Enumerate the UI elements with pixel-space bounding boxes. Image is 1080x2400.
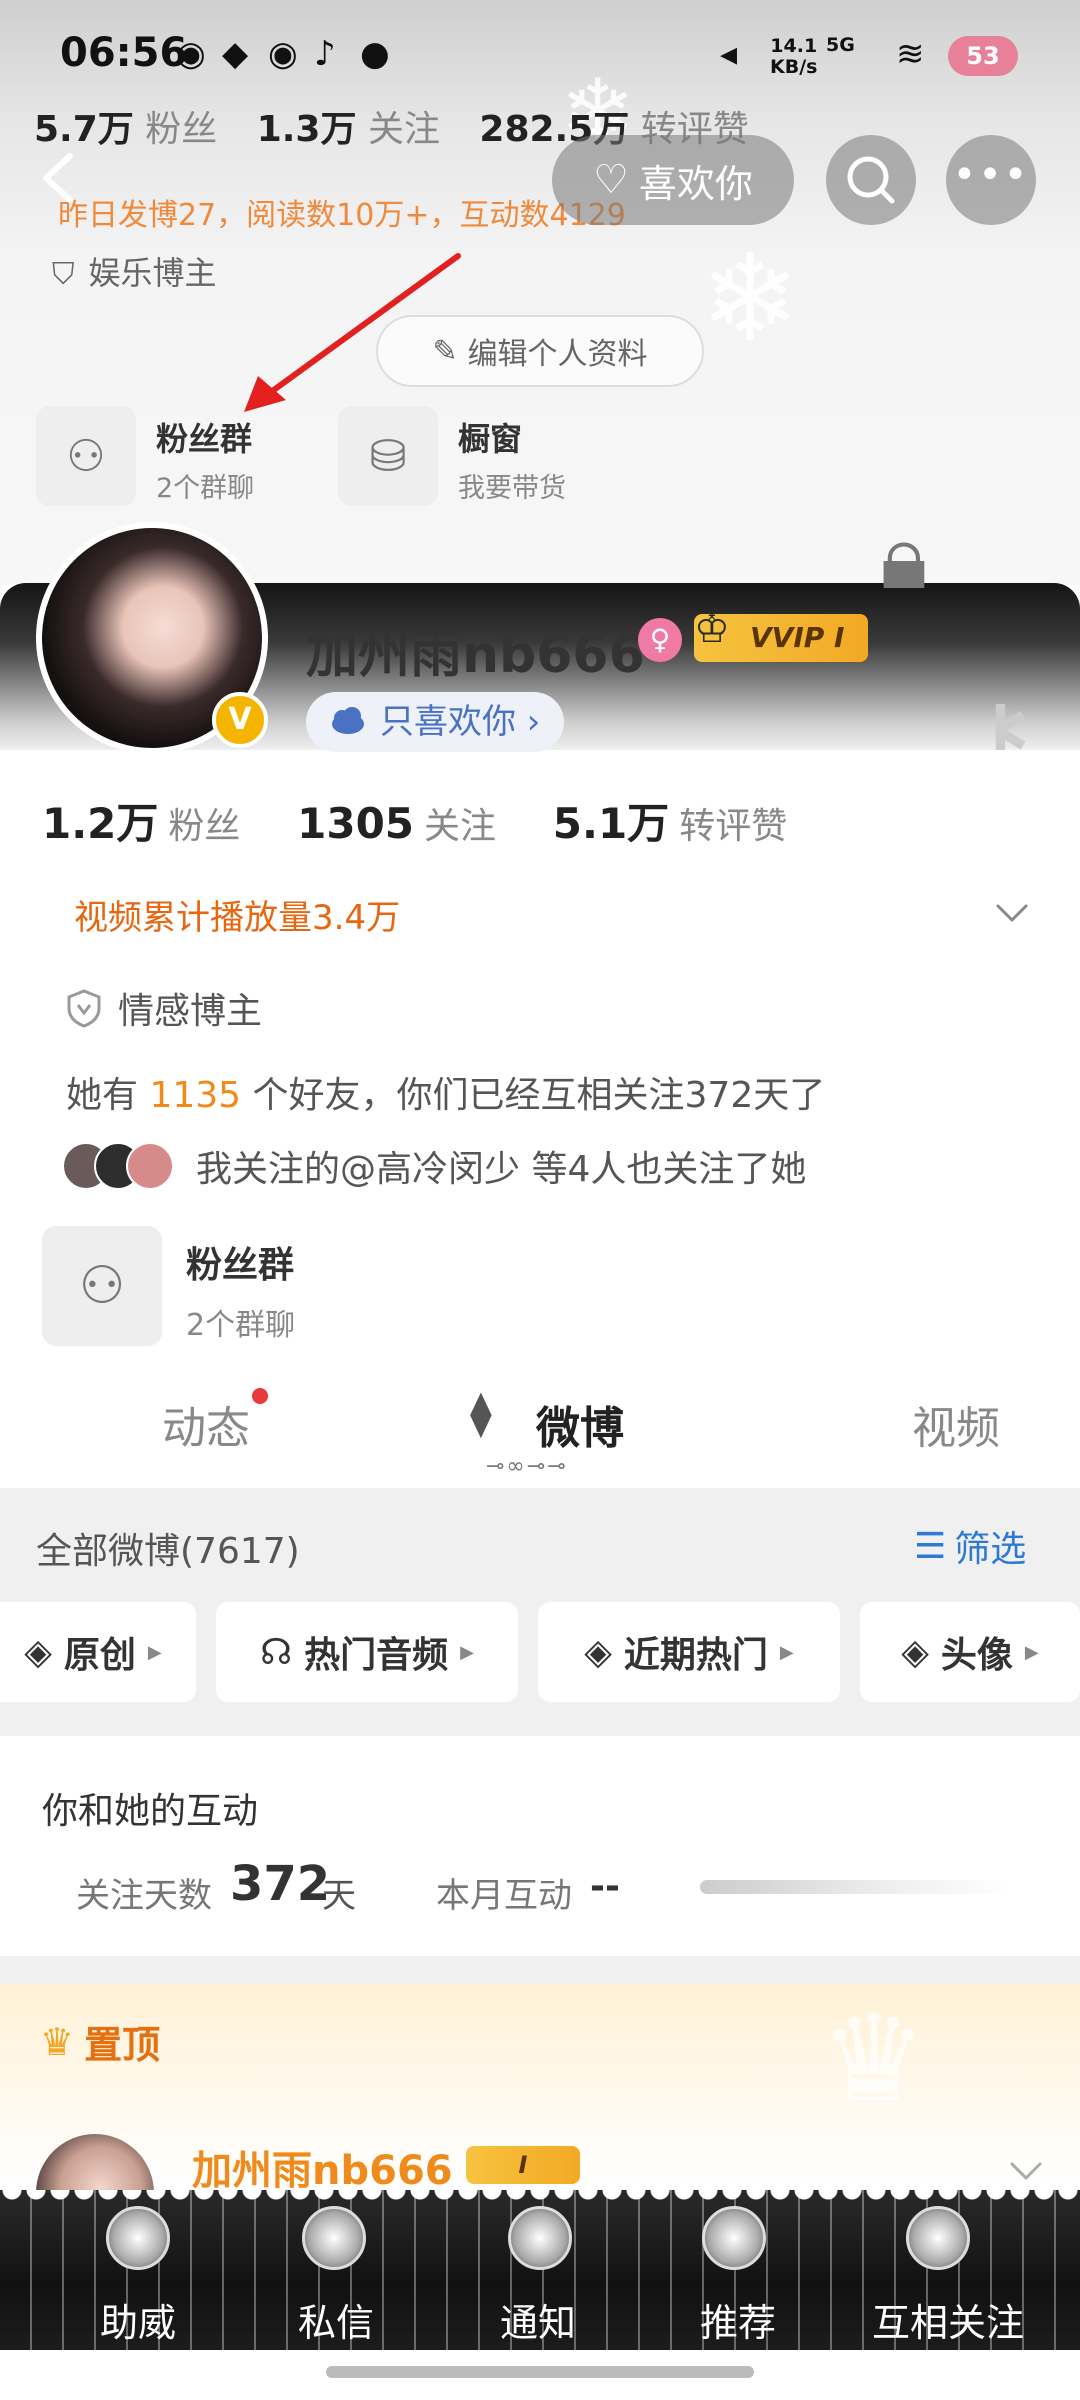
wifi-icon: ≋: [896, 34, 925, 74]
nav-mutual-follow[interactable]: 互相关注: [848, 2292, 1048, 2347]
tab-weibo[interactable]: 微博: [536, 1392, 624, 1456]
network-speed: 14.1 KB/s: [770, 35, 818, 78]
mute-icon: ◂: [720, 34, 738, 74]
hand-heart-icon: ♡: [593, 157, 629, 203]
group-icon: ⚇: [78, 1256, 126, 1316]
friends-info: 她有 1135 个好友，你们已经互相关注372天了: [66, 1075, 826, 1116]
snowflake-decoration: ❄: [700, 230, 801, 369]
diamond-icon: ⧫: [470, 1388, 492, 1439]
shield-icon: ⛉: [52, 257, 75, 292]
tab-indicator: ⊸∞⊸⊸: [486, 1454, 568, 1479]
bell-icon: [508, 2206, 572, 2270]
follow-days-label: 关注天数: [76, 1876, 212, 1916]
interaction-title: 你和她的互动: [42, 1791, 259, 1832]
message-icon: [302, 2206, 366, 2270]
search-icon: [847, 156, 895, 204]
mutual-followers[interactable]: 我关注的@高冷闵少 等4人也关注了她: [62, 1140, 806, 1192]
battery-indicator: 53: [948, 36, 1018, 76]
chip-avatar[interactable]: ◈ 头像 ▶: [860, 1602, 1080, 1702]
group-icon: ⚇: [66, 430, 106, 482]
nav-cheer[interactable]: 助威: [48, 2292, 228, 2347]
nav-messages[interactable]: 私信: [246, 2292, 426, 2347]
nav-recommend[interactable]: 推荐: [648, 2292, 828, 2347]
profile-username: 加州雨nb666: [306, 625, 645, 685]
fan-group-title: 粉丝群: [186, 1245, 295, 1286]
crown-icon: ♛: [40, 2019, 75, 2064]
more-icon: •••: [952, 152, 1030, 198]
back-button[interactable]: [30, 148, 90, 208]
followers-stat[interactable]: 1.2万 粉丝: [42, 790, 240, 851]
weibo-icon: ◉: [268, 34, 298, 74]
layers-icon: ◈: [24, 1631, 52, 1673]
month-interaction-label: 本月互动: [436, 1876, 572, 1916]
sort-icon: ☰: [914, 1525, 947, 1567]
tab-activity[interactable]: 动态: [162, 1392, 250, 1456]
vip-badge: I: [466, 2146, 580, 2184]
network-type: 5G: [826, 34, 855, 56]
status-time: 06:56: [60, 30, 188, 76]
nav-notifications[interactable]: 通知: [448, 2292, 628, 2347]
filter-button[interactable]: ☰ 筛选: [914, 1520, 1026, 1572]
follow-days-unit: 天: [322, 1876, 356, 1916]
shopping-bag-icon: ⛁: [369, 430, 407, 482]
layers-icon: ◈: [584, 1631, 612, 1673]
headphones-icon: ☊: [260, 1631, 293, 1673]
interaction-bar: [700, 1880, 1010, 1894]
verified-badge: V: [212, 692, 268, 748]
search-button[interactable]: [826, 135, 916, 225]
follow-days-value: 372: [230, 1856, 331, 1912]
notification-dot: [252, 1388, 268, 1404]
profile-stats: 1.2万 粉丝 1305 关注 5.1万 转评赞: [42, 790, 831, 851]
more-button[interactable]: •••: [946, 135, 1036, 225]
shop-window-title: 橱窗: [458, 420, 523, 458]
shield-icon: [67, 989, 101, 1028]
post-author-name[interactable]: 加州雨nb666: [192, 2138, 453, 2196]
profile-content-background: [0, 750, 1080, 1490]
crown-icon: ♔: [694, 606, 730, 652]
tab-video[interactable]: 视频: [912, 1392, 1000, 1456]
mutual-avatars: [62, 1142, 174, 1190]
chevron-left-icon: [43, 153, 73, 203]
chip-original[interactable]: ◈ 原创 ▶: [0, 1602, 196, 1702]
weibo-icon: ◉: [176, 34, 206, 74]
avatar: [126, 1142, 174, 1190]
hourglass-icon: [906, 2206, 970, 2270]
fan-group-sub: 2个群聊: [186, 1308, 296, 1343]
clover-icon: [702, 2206, 766, 2270]
cheer-icon: [106, 2206, 170, 2270]
month-interaction-value: --: [590, 1866, 620, 1907]
fan-group-tile[interactable]: ⚇: [36, 406, 136, 506]
chevron-down-icon[interactable]: [1006, 2150, 1046, 2190]
role-tag: 情感博主: [66, 982, 262, 1034]
chip-recent-hot[interactable]: ◈ 近期热门 ▶: [538, 1602, 840, 1702]
fan-group-title: 粉丝群: [156, 420, 253, 458]
shop-window-sub: 我要带货: [458, 473, 566, 504]
layers-icon: ◈: [901, 1631, 929, 1673]
female-icon: ♀: [638, 618, 682, 662]
chip-hot-audio[interactable]: ☊ 热门音频 ▶: [216, 1602, 518, 1702]
lock-decoration: 🔒︎: [880, 505, 928, 610]
video-play-count: 视频累计播放量3.4万: [74, 898, 401, 938]
like-you-button[interactable]: ♡ 喜欢你: [552, 135, 794, 225]
prev-profile-tag: ⛉ 娱乐博主: [52, 254, 217, 292]
following-stat[interactable]: 1305 关注: [297, 797, 496, 849]
divider: [0, 1956, 1080, 1986]
fan-group-sub: 2个群聊: [156, 473, 255, 504]
annotation-arrow: [244, 253, 461, 412]
tiktok-icon: ♪: [314, 34, 336, 74]
prev-profile-highlight: 昨日发博27，阅读数10万+，互动数4129: [58, 198, 626, 233]
fan-group-tile[interactable]: ⚇: [42, 1226, 162, 1346]
wechat-icon: ●: [360, 34, 390, 74]
all-weibo-count: 全部微博(7617): [36, 1531, 300, 1572]
shop-window-tile[interactable]: ⛁: [338, 406, 438, 506]
location-icon: ◆: [222, 34, 249, 74]
crown-decoration: ♛: [820, 1990, 928, 2129]
cloud-icon: [332, 707, 364, 734]
home-gesture-bar[interactable]: [326, 2366, 754, 2378]
likes-stat[interactable]: 5.1万 转评赞: [553, 790, 787, 851]
pinned-label: ♛ 置顶: [40, 2019, 161, 2068]
interaction-card: [0, 1736, 1080, 1956]
chevron-down-icon[interactable]: [992, 892, 1032, 932]
